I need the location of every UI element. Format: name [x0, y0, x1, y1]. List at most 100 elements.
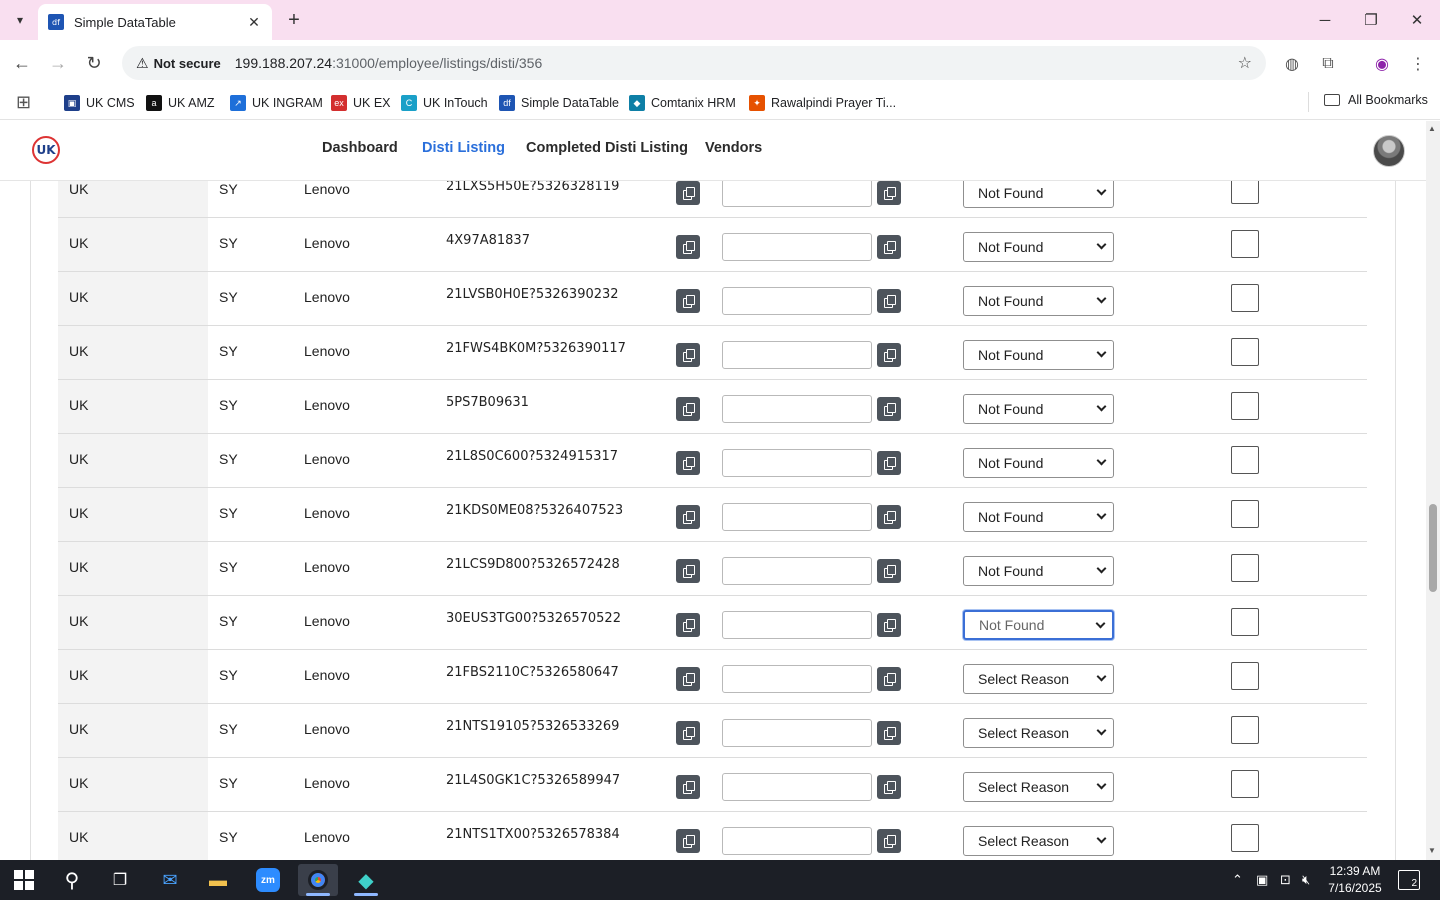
file-explorer-icon[interactable]: ▬: [198, 864, 238, 896]
bookmark-item[interactable]: ◆ Comtanix HRM: [629, 93, 736, 113]
row-checkbox[interactable]: [1231, 284, 1259, 312]
copy-sku-button[interactable]: [676, 559, 700, 583]
row-text-input[interactable]: [722, 341, 872, 369]
reload-icon[interactable]: ↻: [82, 51, 106, 75]
copy-input-button[interactable]: [877, 613, 901, 637]
tray-volume-muted-icon[interactable]: 🔇︎: [1302, 872, 1310, 888]
nav-completed-disti-listing[interactable]: Completed Disti Listing: [526, 140, 688, 156]
new-tab-plus-icon[interactable]: +: [282, 8, 306, 32]
reason-select[interactable]: Not Found: [963, 610, 1114, 640]
copy-sku-button[interactable]: [676, 667, 700, 691]
bookmark-item[interactable]: ✦ Rawalpindi Prayer Ti...: [749, 93, 896, 113]
copy-input-button[interactable]: [877, 721, 901, 745]
nav-vendors[interactable]: Vendors: [705, 140, 762, 156]
row-checkbox[interactable]: [1231, 608, 1259, 636]
all-bookmarks-button[interactable]: All Bookmarks: [1324, 93, 1428, 107]
reason-select[interactable]: Not Found: [963, 394, 1114, 424]
bookmark-item[interactable]: a UK AMZ: [146, 93, 215, 113]
copy-sku-button[interactable]: [676, 451, 700, 475]
page-scrollbar[interactable]: [1426, 121, 1440, 860]
browser-tab-active[interactable]: df Simple DataTable ✕: [38, 4, 272, 40]
row-text-input[interactable]: [722, 773, 872, 801]
copy-sku-button[interactable]: [676, 397, 700, 421]
address-bar[interactable]: ⚠ Not secure 199.188.207.24:31000/employ…: [122, 46, 1266, 80]
copy-sku-button[interactable]: [676, 343, 700, 367]
copy-input-button[interactable]: [877, 667, 901, 691]
menu-kebab-icon[interactable]: ⋮: [1406, 52, 1430, 76]
copy-sku-button[interactable]: [676, 721, 700, 745]
row-text-input[interactable]: [722, 449, 872, 477]
copy-input-button[interactable]: [877, 505, 901, 529]
row-checkbox[interactable]: [1231, 230, 1259, 258]
app-diamond-icon[interactable]: ◆: [346, 864, 386, 896]
reason-select[interactable]: Select Reason: [963, 718, 1114, 748]
reason-select[interactable]: Select Reason: [963, 664, 1114, 694]
copy-input-button[interactable]: [877, 829, 901, 853]
copy-sku-button[interactable]: [676, 181, 700, 205]
app-logo[interactable]: UK: [32, 136, 60, 164]
row-text-input[interactable]: [722, 665, 872, 693]
reason-select[interactable]: Not Found: [963, 448, 1114, 478]
tray-overflow-chevron-icon[interactable]: ⌃: [1232, 872, 1243, 888]
row-checkbox[interactable]: [1231, 338, 1259, 366]
nav-dashboard[interactable]: Dashboard: [322, 140, 398, 156]
reason-select[interactable]: Not Found: [963, 502, 1114, 532]
profile-icon[interactable]: ◉: [1370, 52, 1394, 76]
copy-input-button[interactable]: [877, 559, 901, 583]
nav-disti-listing[interactable]: Disti Listing: [422, 140, 505, 156]
copy-input-button[interactable]: [877, 289, 901, 313]
row-text-input[interactable]: [722, 611, 872, 639]
translate-globe-icon[interactable]: ◍: [1280, 52, 1304, 76]
taskbar-clock[interactable]: 12:39 AM 7/16/2025: [1320, 863, 1390, 897]
zoom-app-icon[interactable]: zm: [248, 864, 288, 896]
chrome-icon[interactable]: [298, 864, 338, 896]
security-indicator[interactable]: ⚠ Not secure: [128, 50, 229, 76]
reason-select[interactable]: Not Found: [963, 232, 1114, 262]
row-checkbox[interactable]: [1231, 392, 1259, 420]
copy-input-button[interactable]: [877, 775, 901, 799]
copy-input-button[interactable]: [877, 343, 901, 367]
bookmark-item[interactable]: ▣ UK CMS: [64, 93, 135, 113]
copy-sku-button[interactable]: [676, 775, 700, 799]
copy-input-button[interactable]: [877, 181, 901, 205]
reason-select[interactable]: Not Found: [963, 556, 1114, 586]
scrollbar-thumb[interactable]: [1429, 504, 1437, 592]
tab-close-icon[interactable]: ✕: [246, 14, 262, 31]
apps-grid-icon[interactable]: ⊞: [16, 92, 31, 113]
bookmark-star-icon[interactable]: ☆: [1238, 53, 1252, 73]
row-text-input[interactable]: [722, 827, 872, 855]
row-checkbox[interactable]: [1231, 554, 1259, 582]
tray-network-icon[interactable]: ⊡: [1280, 872, 1291, 888]
row-text-input[interactable]: [722, 233, 872, 261]
row-text-input[interactable]: [722, 503, 872, 531]
row-text-input[interactable]: [722, 395, 872, 423]
copy-input-button[interactable]: [877, 397, 901, 421]
window-minimize-icon[interactable]: ─: [1302, 0, 1348, 40]
reason-select[interactable]: Select Reason: [963, 772, 1114, 802]
forward-arrow-icon[interactable]: →: [46, 51, 70, 75]
row-checkbox[interactable]: [1231, 770, 1259, 798]
windows-start-icon[interactable]: [4, 864, 44, 896]
extensions-puzzle-icon[interactable]: ⧉: [1316, 52, 1340, 76]
search-icon[interactable]: ⚲: [52, 864, 92, 896]
row-checkbox[interactable]: [1231, 824, 1259, 852]
row-text-input[interactable]: [722, 287, 872, 315]
reason-select[interactable]: Select Reason: [963, 826, 1114, 856]
scroll-up-arrow-icon[interactable]: ▲: [1428, 124, 1436, 133]
notification-center-icon[interactable]: 2: [1398, 870, 1420, 890]
row-checkbox[interactable]: [1231, 500, 1259, 528]
bookmark-item[interactable]: C UK InTouch: [401, 93, 488, 113]
task-view-icon[interactable]: ❐: [100, 864, 140, 896]
reason-select[interactable]: Not Found: [963, 181, 1114, 208]
outlook-icon[interactable]: ✉: [150, 864, 190, 896]
row-checkbox[interactable]: [1231, 662, 1259, 690]
row-text-input[interactable]: [722, 557, 872, 585]
back-arrow-icon[interactable]: ←: [10, 51, 34, 75]
row-text-input[interactable]: [722, 181, 872, 207]
reason-select[interactable]: Not Found: [963, 340, 1114, 370]
copy-sku-button[interactable]: [676, 829, 700, 853]
row-checkbox[interactable]: [1231, 181, 1259, 204]
user-avatar[interactable]: [1373, 135, 1405, 167]
bookmark-item[interactable]: ↗ UK INGRAM: [230, 93, 323, 113]
bookmark-item[interactable]: ex UK EX: [331, 93, 391, 113]
